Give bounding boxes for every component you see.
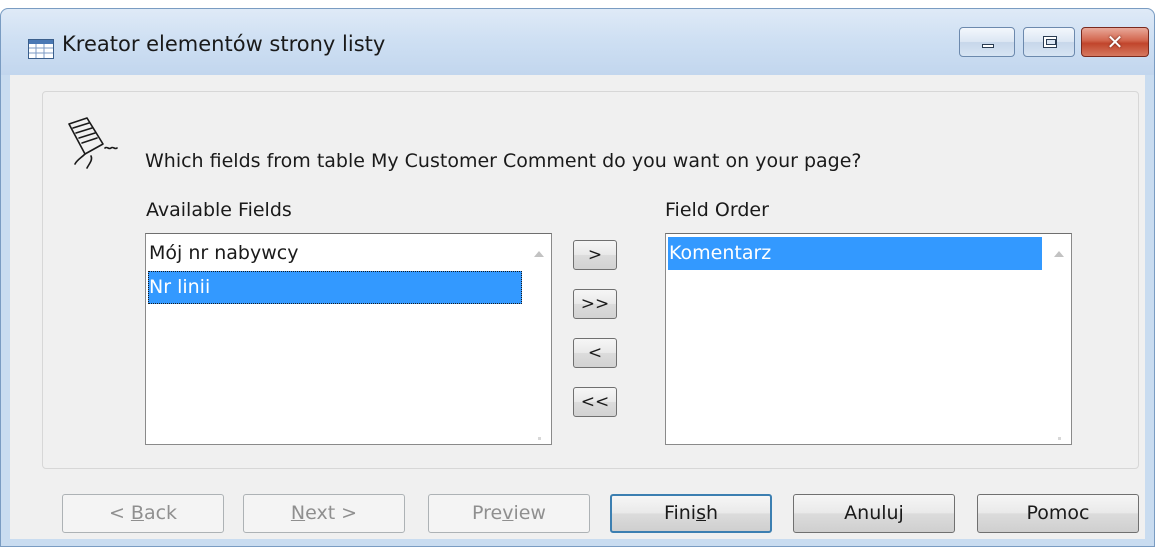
list-item-selected[interactable]: Komentarz <box>668 237 1042 270</box>
finish-button-text-rest: h <box>706 502 719 524</box>
minimize-icon <box>982 44 994 48</box>
scroll-up-icon[interactable] <box>1054 251 1064 257</box>
maximize-icon <box>1043 36 1057 48</box>
back-button-text: < <box>108 502 131 524</box>
close-icon: ✕ <box>1106 30 1124 54</box>
vertical-scrollbar[interactable] <box>527 234 551 444</box>
scroll-down-icon[interactable] <box>1058 437 1061 440</box>
vertical-scrollbar[interactable] <box>1047 234 1071 444</box>
list-item-label: Nr linii <box>149 276 211 298</box>
window-title: Kreator elementów strony listy <box>62 32 386 56</box>
next-button-mnemonic: N <box>290 502 306 524</box>
preview-button[interactable]: Preview <box>428 494 590 533</box>
table-icon <box>28 39 54 59</box>
available-fields-label: Available Fields <box>146 199 292 221</box>
wizard-question: Which fields from table My Customer Comm… <box>145 150 862 172</box>
remove-all-fields-button[interactable]: << <box>573 387 617 417</box>
finish-button[interactable]: Finish <box>610 494 772 533</box>
back-button-text-rest: ack <box>143 502 178 524</box>
list-item[interactable]: Mój nr nabywcy <box>148 237 522 270</box>
next-button-text-rest: ext > <box>305 502 358 524</box>
title-bar[interactable]: Kreator elementów strony listy ✕ <box>1 9 1154 75</box>
list-item-selected[interactable]: Nr linii <box>148 271 522 304</box>
cancel-button[interactable]: Anuluj <box>793 494 955 533</box>
add-all-fields-button[interactable]: >> <box>573 289 617 319</box>
list-item-label: Komentarz <box>669 242 772 264</box>
close-button[interactable]: ✕ <box>1081 27 1149 57</box>
back-button-mnemonic: B <box>130 502 144 524</box>
back-button[interactable]: < Back <box>62 494 224 533</box>
minimize-button[interactable] <box>959 27 1015 57</box>
field-order-list[interactable]: Komentarz <box>665 233 1072 445</box>
remove-field-button[interactable]: < <box>573 338 617 368</box>
help-button[interactable]: Pomoc <box>977 494 1139 533</box>
wizard-pen-icon <box>68 117 118 169</box>
field-order-label: Field Order <box>665 199 769 221</box>
finish-button-text: Fini <box>663 502 697 524</box>
scroll-down-icon[interactable] <box>538 437 541 440</box>
add-field-button[interactable]: > <box>573 240 617 270</box>
maximize-button[interactable] <box>1023 27 1075 57</box>
scroll-up-icon[interactable] <box>534 251 544 257</box>
list-item-label: Mój nr nabywcy <box>149 242 299 264</box>
finish-button-mnemonic: s <box>696 502 706 524</box>
preview-button-text: Pre <box>472 502 503 524</box>
preview-button-text-rest: iew <box>513 502 546 524</box>
wizard-window: Kreator elementów strony listy ✕ Which f… <box>0 8 1155 547</box>
dialog-body: Which fields from table My Customer Comm… <box>10 75 1145 539</box>
available-fields-list[interactable]: Mój nr nabywcy Nr linii <box>145 233 552 445</box>
next-button[interactable]: Next > <box>243 494 405 533</box>
preview-button-mnemonic: v <box>502 502 514 524</box>
wizard-panel: Which fields from table My Customer Comm… <box>42 91 1139 469</box>
